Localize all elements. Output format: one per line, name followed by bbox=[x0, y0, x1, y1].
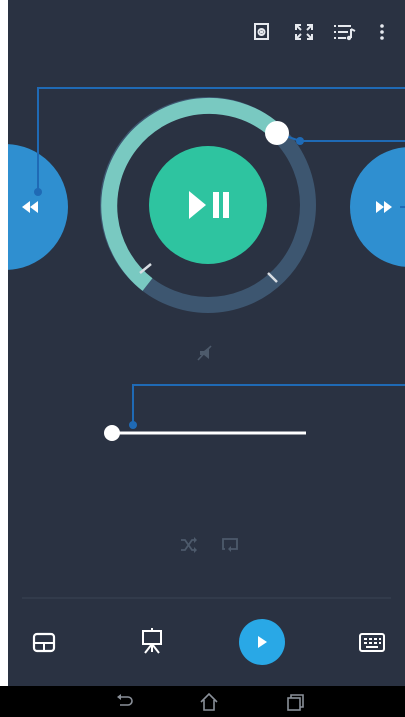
fast-forward-button[interactable] bbox=[350, 147, 405, 267]
system-nav-bar bbox=[0, 686, 405, 717]
player-canvas bbox=[8, 87, 405, 665]
volume-thumb[interactable] bbox=[104, 425, 120, 441]
media-remote-app bbox=[8, 0, 405, 686]
back-icon[interactable] bbox=[113, 692, 133, 712]
screen bbox=[0, 0, 405, 717]
shuffle-icon[interactable] bbox=[181, 537, 197, 553]
presentation-icon bbox=[142, 628, 162, 654]
home-icon[interactable] bbox=[199, 692, 219, 712]
play-pause-button[interactable] bbox=[149, 146, 267, 264]
repeat-icon[interactable] bbox=[222, 538, 238, 552]
tab-keyboard[interactable] bbox=[359, 633, 385, 652]
tab-layout[interactable] bbox=[32, 632, 56, 653]
keyboard-icon bbox=[359, 633, 385, 652]
mute-icon[interactable] bbox=[197, 345, 212, 361]
recents-icon[interactable] bbox=[285, 692, 305, 712]
tab-presentation[interactable] bbox=[142, 628, 162, 654]
progress-thumb[interactable] bbox=[265, 121, 289, 145]
tab-play[interactable] bbox=[239, 619, 285, 665]
